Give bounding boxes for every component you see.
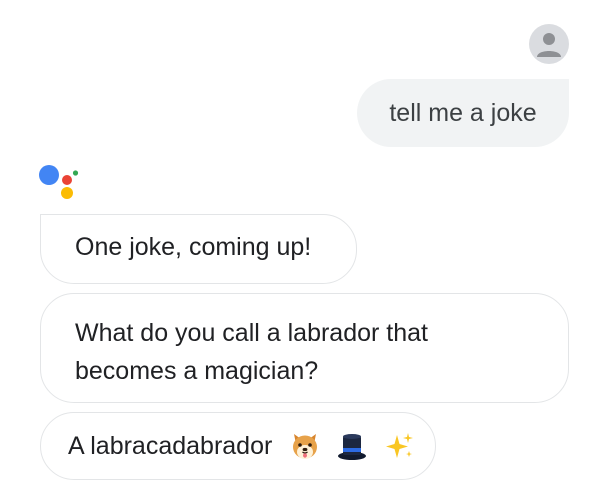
joke-question-line-1: What do you call a labrador that <box>75 319 428 347</box>
user-message-bubble: tell me a joke <box>357 79 569 147</box>
joke-punchline-text: A labracadabrador <box>68 432 273 460</box>
google-assistant-logo-icon <box>38 160 88 205</box>
person-avatar-icon <box>537 33 561 57</box>
assistant-joke-question-bubble: What do you call a labrador that becomes… <box>40 293 569 403</box>
top-hat-icon <box>336 430 368 462</box>
joke-question-line-2: becomes a magician? <box>75 357 319 385</box>
assistant-message-bubble: One joke, coming up! <box>40 214 357 284</box>
user-avatar[interactable] <box>529 24 569 64</box>
sparkles-icon <box>383 430 415 462</box>
dog-face-icon <box>289 430 321 462</box>
user-message-text: tell me a joke <box>389 98 537 127</box>
assistant-punchline-bubble: A labracadabrador <box>40 412 436 480</box>
assistant-message-text: One joke, coming up! <box>75 233 312 261</box>
